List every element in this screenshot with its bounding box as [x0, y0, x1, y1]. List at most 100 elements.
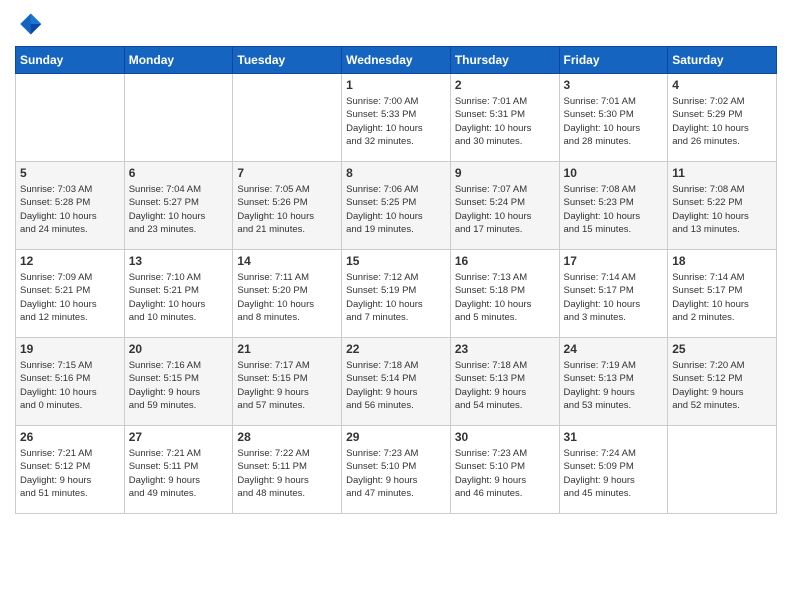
- day-info: Sunrise: 7:12 AM Sunset: 5:19 PM Dayligh…: [346, 271, 446, 324]
- day-info: Sunrise: 7:01 AM Sunset: 5:30 PM Dayligh…: [564, 95, 664, 148]
- day-number: 5: [20, 166, 120, 180]
- calendar-cell: 16Sunrise: 7:13 AM Sunset: 5:18 PM Dayli…: [450, 250, 559, 338]
- calendar-cell: 4 Sunrise: 7:02 AM Sunset: 5:29 PM Daylig…: [668, 74, 777, 162]
- calendar-cell: 19 Sunrise: 7:15 AM Sunset: 5:16 PM Dayli…: [16, 338, 125, 426]
- day-info: Sunrise: 7:19 AM Sunset: 5:13 PM Dayligh…: [564, 359, 664, 412]
- week-row-1: 1 Sunrise: 7:00 AM Sunset: 5:33 PM Daylig…: [16, 74, 777, 162]
- day-info: Sunrise: 7:20 AM Sunset: 5:12 PM Dayligh…: [672, 359, 772, 412]
- calendar-cell: 2 Sunrise: 7:01 AM Sunset: 5:31 PM Daylig…: [450, 74, 559, 162]
- day-number: 18: [672, 254, 772, 268]
- calendar-cell: 22Sunrise: 7:18 AM Sunset: 5:14 PM Dayli…: [342, 338, 451, 426]
- calendar-cell: 6Sunrise: 7:04 AM Sunset: 5:27 PM Daylig…: [124, 162, 233, 250]
- calendar-cell: 9 Sunrise: 7:07 AM Sunset: 5:24 PM Daylig…: [450, 162, 559, 250]
- day-number: 30: [455, 430, 555, 444]
- day-info: Sunrise: 7:09 AM Sunset: 5:21 PM Dayligh…: [20, 271, 120, 324]
- calendar-cell: 17 Sunrise: 7:14 AM Sunset: 5:17 PM Dayli…: [559, 250, 668, 338]
- day-number: 14: [237, 254, 337, 268]
- day-info: Sunrise: 7:08 AM Sunset: 5:23 PM Dayligh…: [564, 183, 664, 236]
- calendar-cell: [668, 426, 777, 514]
- day-info: Sunrise: 7:11 AM Sunset: 5:20 PM Dayligh…: [237, 271, 337, 324]
- weekday-header-sunday: Sunday: [16, 47, 125, 74]
- day-number: 15: [346, 254, 446, 268]
- day-info: Sunrise: 7:14 AM Sunset: 5:17 PM Dayligh…: [672, 271, 772, 324]
- day-number: 26: [20, 430, 120, 444]
- calendar-cell: 27 Sunrise: 7:21 AM Sunset: 5:11 PM Dayli…: [124, 426, 233, 514]
- calendar-cell: 1 Sunrise: 7:00 AM Sunset: 5:33 PM Daylig…: [342, 74, 451, 162]
- weekday-header-wednesday: Wednesday: [342, 47, 451, 74]
- calendar-cell: 31Sunrise: 7:24 AM Sunset: 5:09 PM Dayli…: [559, 426, 668, 514]
- day-info: Sunrise: 7:04 AM Sunset: 5:27 PM Dayligh…: [129, 183, 229, 236]
- day-number: 2: [455, 78, 555, 92]
- day-number: 11: [672, 166, 772, 180]
- weekday-header-monday: Monday: [124, 47, 233, 74]
- day-info: Sunrise: 7:21 AM Sunset: 5:11 PM Dayligh…: [129, 447, 229, 500]
- calendar-cell: 12Sunrise: 7:09 AM Sunset: 5:21 PM Dayli…: [16, 250, 125, 338]
- calendar-table: SundayMondayTuesdayWednesdayThursdayFrid…: [15, 46, 777, 514]
- day-info: Sunrise: 7:05 AM Sunset: 5:26 PM Dayligh…: [237, 183, 337, 236]
- day-info: Sunrise: 7:18 AM Sunset: 5:14 PM Dayligh…: [346, 359, 446, 412]
- calendar-cell: 25 Sunrise: 7:20 AM Sunset: 5:12 PM Dayli…: [668, 338, 777, 426]
- day-info: Sunrise: 7:15 AM Sunset: 5:16 PM Dayligh…: [20, 359, 120, 412]
- day-info: Sunrise: 7:18 AM Sunset: 5:13 PM Dayligh…: [455, 359, 555, 412]
- day-number: 21: [237, 342, 337, 356]
- calendar-cell: 5 Sunrise: 7:03 AM Sunset: 5:28 PM Daylig…: [16, 162, 125, 250]
- day-info: Sunrise: 7:17 AM Sunset: 5:15 PM Dayligh…: [237, 359, 337, 412]
- weekday-header-row: SundayMondayTuesdayWednesdayThursdayFrid…: [16, 47, 777, 74]
- day-info: Sunrise: 7:02 AM Sunset: 5:29 PM Dayligh…: [672, 95, 772, 148]
- calendar-cell: 8 Sunrise: 7:06 AM Sunset: 5:25 PM Daylig…: [342, 162, 451, 250]
- calendar-cell: [233, 74, 342, 162]
- calendar-cell: 24 Sunrise: 7:19 AM Sunset: 5:13 PM Dayli…: [559, 338, 668, 426]
- day-number: 28: [237, 430, 337, 444]
- day-number: 10: [564, 166, 664, 180]
- day-number: 17: [564, 254, 664, 268]
- calendar-cell: 28 Sunrise: 7:22 AM Sunset: 5:11 PM Dayli…: [233, 426, 342, 514]
- day-number: 29: [346, 430, 446, 444]
- day-number: 27: [129, 430, 229, 444]
- day-number: 9: [455, 166, 555, 180]
- page: SundayMondayTuesdayWednesdayThursdayFrid…: [0, 0, 792, 529]
- calendar-cell: [16, 74, 125, 162]
- logo: [15, 10, 47, 38]
- day-number: 1: [346, 78, 446, 92]
- calendar-cell: 7 Sunrise: 7:05 AM Sunset: 5:26 PM Daylig…: [233, 162, 342, 250]
- logo-icon: [15, 10, 43, 38]
- calendar-cell: 18 Sunrise: 7:14 AM Sunset: 5:17 PM Dayli…: [668, 250, 777, 338]
- day-info: Sunrise: 7:23 AM Sunset: 5:10 PM Dayligh…: [455, 447, 555, 500]
- day-info: Sunrise: 7:24 AM Sunset: 5:09 PM Dayligh…: [564, 447, 664, 500]
- day-number: 20: [129, 342, 229, 356]
- day-number: 24: [564, 342, 664, 356]
- weekday-header-friday: Friday: [559, 47, 668, 74]
- calendar-cell: 11 Sunrise: 7:08 AM Sunset: 5:22 PM Dayli…: [668, 162, 777, 250]
- calendar-cell: 15 Sunrise: 7:12 AM Sunset: 5:19 PM Dayli…: [342, 250, 451, 338]
- day-number: 19: [20, 342, 120, 356]
- day-info: Sunrise: 7:01 AM Sunset: 5:31 PM Dayligh…: [455, 95, 555, 148]
- calendar-cell: 10 Sunrise: 7:08 AM Sunset: 5:23 PM Dayli…: [559, 162, 668, 250]
- weekday-header-saturday: Saturday: [668, 47, 777, 74]
- day-info: Sunrise: 7:06 AM Sunset: 5:25 PM Dayligh…: [346, 183, 446, 236]
- day-number: 25: [672, 342, 772, 356]
- day-number: 4: [672, 78, 772, 92]
- calendar-cell: 3Sunrise: 7:01 AM Sunset: 5:30 PM Daylig…: [559, 74, 668, 162]
- day-number: 16: [455, 254, 555, 268]
- calendar-cell: 23 Sunrise: 7:18 AM Sunset: 5:13 PM Dayli…: [450, 338, 559, 426]
- calendar-cell: 30 Sunrise: 7:23 AM Sunset: 5:10 PM Dayli…: [450, 426, 559, 514]
- calendar-cell: 26Sunrise: 7:21 AM Sunset: 5:12 PM Dayli…: [16, 426, 125, 514]
- week-row-3: 12Sunrise: 7:09 AM Sunset: 5:21 PM Dayli…: [16, 250, 777, 338]
- day-info: Sunrise: 7:07 AM Sunset: 5:24 PM Dayligh…: [455, 183, 555, 236]
- weekday-header-thursday: Thursday: [450, 47, 559, 74]
- day-info: Sunrise: 7:08 AM Sunset: 5:22 PM Dayligh…: [672, 183, 772, 236]
- day-info: Sunrise: 7:10 AM Sunset: 5:21 PM Dayligh…: [129, 271, 229, 324]
- header: [15, 10, 777, 38]
- week-row-4: 19 Sunrise: 7:15 AM Sunset: 5:16 PM Dayli…: [16, 338, 777, 426]
- day-info: Sunrise: 7:03 AM Sunset: 5:28 PM Dayligh…: [20, 183, 120, 236]
- day-number: 8: [346, 166, 446, 180]
- day-info: Sunrise: 7:00 AM Sunset: 5:33 PM Dayligh…: [346, 95, 446, 148]
- day-number: 7: [237, 166, 337, 180]
- week-row-2: 5 Sunrise: 7:03 AM Sunset: 5:28 PM Daylig…: [16, 162, 777, 250]
- day-number: 23: [455, 342, 555, 356]
- week-row-5: 26Sunrise: 7:21 AM Sunset: 5:12 PM Dayli…: [16, 426, 777, 514]
- day-info: Sunrise: 7:22 AM Sunset: 5:11 PM Dayligh…: [237, 447, 337, 500]
- calendar-cell: 14 Sunrise: 7:11 AM Sunset: 5:20 PM Dayli…: [233, 250, 342, 338]
- calendar-cell: 20Sunrise: 7:16 AM Sunset: 5:15 PM Dayli…: [124, 338, 233, 426]
- day-info: Sunrise: 7:14 AM Sunset: 5:17 PM Dayligh…: [564, 271, 664, 324]
